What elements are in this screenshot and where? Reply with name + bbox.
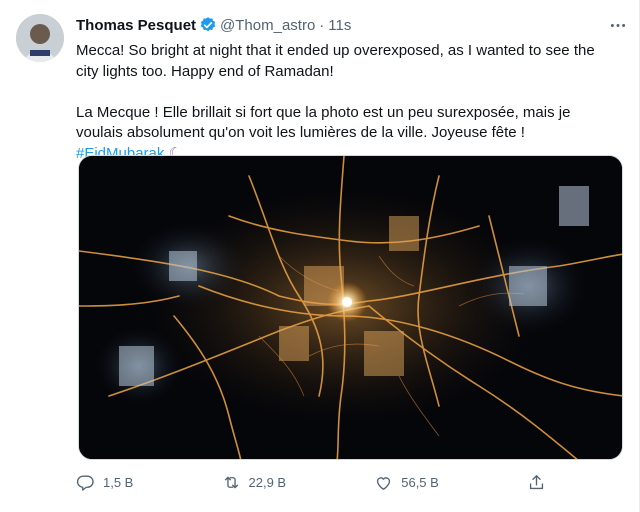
reply-count: 1,5 B	[103, 474, 134, 490]
author-display-name[interactable]: Thomas Pesquet	[76, 17, 196, 34]
tweet-actions-bar: 1,5 B 22,9 B 56,5 B	[76, 470, 546, 494]
like-count: 56,5 B	[401, 474, 439, 490]
verified-badge-icon	[199, 16, 217, 34]
tweet-text: Mecca! So bright at night that it ended …	[76, 41, 616, 164]
tweet-text-french-body: La Mecque ! Elle brillait si fort que la…	[76, 103, 571, 142]
separator-dot: ·	[319, 16, 325, 34]
mecca-night-photo	[79, 156, 622, 459]
reply-icon	[76, 474, 94, 491]
tweet-header: Thomas Pesquet @Thom_astro · 11s	[76, 14, 619, 36]
retweet-icon	[224, 476, 238, 488]
like-button[interactable]: 56,5 B	[374, 473, 439, 492]
tweet-photo[interactable]	[78, 155, 623, 460]
author-handle[interactable]: @Thom_astro	[220, 17, 315, 34]
reply-button[interactable]: 1,5 B	[76, 473, 133, 492]
retweet-count: 22,9 B	[248, 474, 287, 490]
tweet-card[interactable]: Thomas Pesquet @Thom_astro · 11s Mecca! …	[0, 0, 640, 512]
like-icon	[377, 476, 391, 490]
tweet-text-english: Mecca! So bright at night that it ended …	[76, 42, 595, 80]
retweet-button[interactable]: 22,9 B	[222, 473, 287, 492]
share-button[interactable]	[527, 473, 546, 492]
more-icon[interactable]	[607, 16, 629, 34]
avatar[interactable]	[16, 14, 64, 62]
tweet-timestamp[interactable]: 11s	[328, 17, 351, 34]
share-icon	[529, 474, 544, 489]
